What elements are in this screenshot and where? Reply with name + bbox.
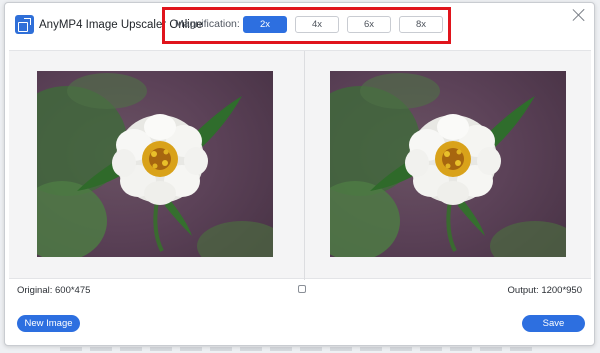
background-page-content — [60, 347, 540, 351]
compare-toggle-icon[interactable] — [298, 285, 306, 293]
original-size-label: Original: 600*475 — [17, 285, 91, 296]
preview-area — [9, 50, 591, 280]
flower-image-output — [330, 71, 566, 257]
upscale-logo-icon — [15, 15, 34, 34]
save-button[interactable]: Save — [522, 315, 585, 332]
output-size-label: Output: 1200*950 — [507, 285, 582, 296]
new-image-button[interactable]: New Image — [17, 315, 80, 332]
preview-divider — [304, 51, 305, 280]
magnification-group: Magnification: 2x 4x 6x 8x — [162, 7, 451, 44]
magnification-label: Magnification: — [175, 18, 240, 30]
dialog-header: AnyMP4 Image Upscaler Online Magnificati… — [5, 3, 594, 44]
magnification-6x-button[interactable]: 6x — [347, 16, 391, 33]
upscaler-dialog: AnyMP4 Image Upscaler Online Magnificati… — [4, 2, 595, 346]
flower-image-original — [37, 71, 273, 257]
magnification-4x-button[interactable]: 4x — [295, 16, 339, 33]
magnification-2x-button[interactable]: 2x — [243, 16, 287, 33]
close-icon[interactable] — [571, 7, 587, 23]
magnification-8x-button[interactable]: 8x — [399, 16, 443, 33]
output-image — [330, 71, 566, 257]
original-image — [37, 71, 273, 257]
